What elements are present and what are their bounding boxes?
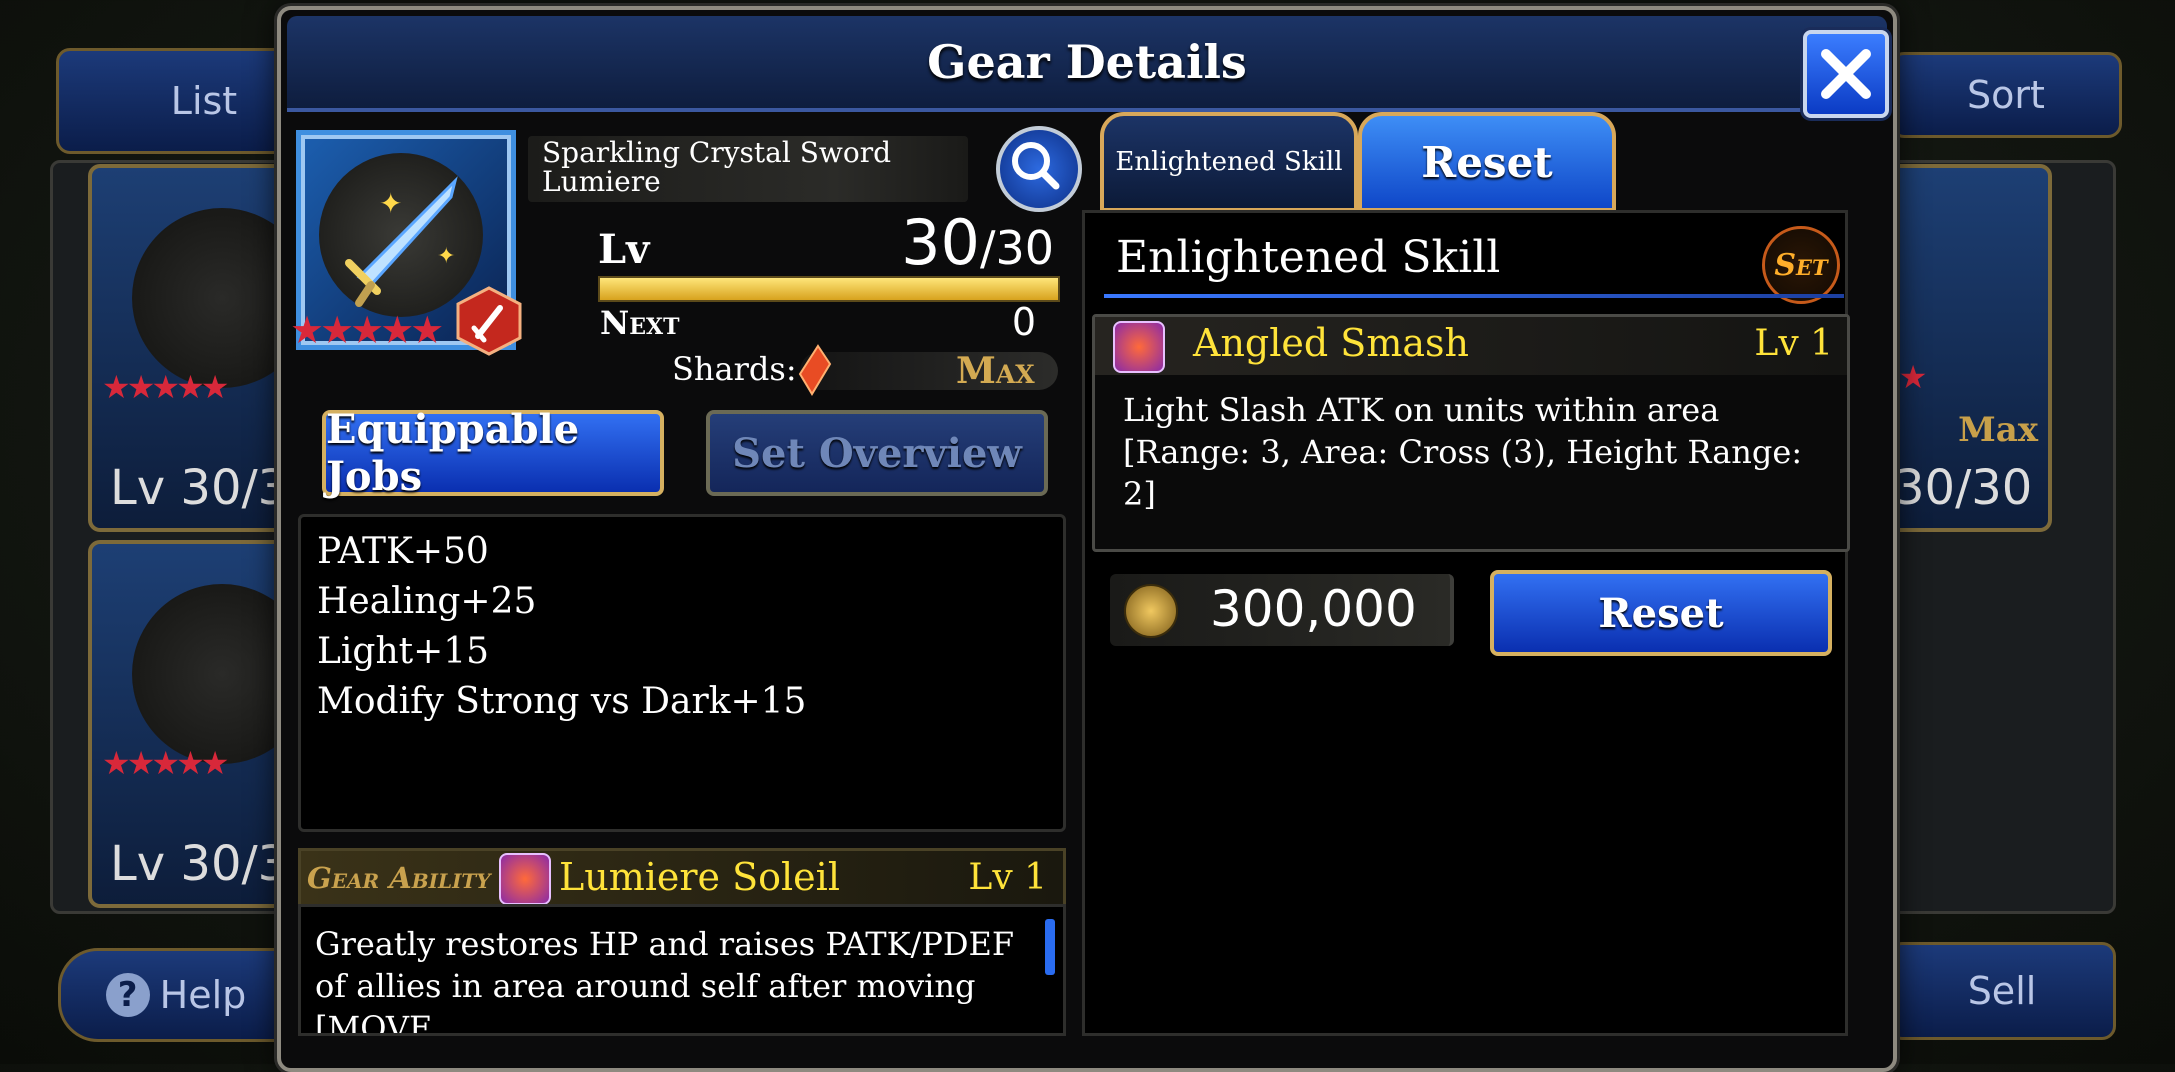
help-button[interactable]: ? Help: [58, 948, 294, 1042]
reset-cost-value: 300,000: [1210, 580, 1417, 638]
level-label: Lv: [598, 226, 650, 273]
set-overview-button[interactable]: Set Overview: [706, 410, 1048, 496]
xp-bar: [598, 276, 1060, 302]
reset-cost-box: 300,000: [1110, 574, 1454, 646]
gear-name-box: Sparkling Crystal Sword Lumiere: [528, 136, 968, 202]
shards-max-label: Max: [1958, 410, 2038, 450]
skill-name: Angled Smash: [1193, 321, 1469, 365]
next-label: Next: [600, 304, 680, 342]
stat-light: Light+15: [317, 631, 490, 672]
shards-label: Shards:: [672, 350, 797, 388]
search-icon: [1012, 142, 1060, 190]
level-current: 30: [901, 206, 980, 279]
level-max: /30: [979, 221, 1054, 275]
svg-text:✦: ✦: [379, 187, 402, 220]
modal-header: Gear Details: [287, 16, 1889, 118]
set-badge-icon: Set: [1762, 226, 1840, 304]
gear-ability-description: Greatly restores HP and raises PATK/PDEF…: [315, 925, 1015, 1036]
rarity-stars: ★★★★★: [102, 368, 229, 406]
help-label: Help: [159, 973, 247, 1017]
level-value: 30/30: [860, 206, 1054, 279]
shards-max: Max: [956, 350, 1035, 392]
xp-bar-fill: [600, 278, 1058, 300]
close-icon: [1821, 49, 1871, 99]
gear-name: Sparkling Crystal Sword Lumiere: [542, 136, 892, 198]
skill-description-line-2: [Range: 3, Area: Cross (3), Height Range…: [1123, 433, 1803, 513]
gear-card-level: 30/30: [1894, 460, 2033, 516]
stat-healing: Healing+25: [317, 581, 537, 622]
reset-button[interactable]: Reset: [1490, 570, 1832, 656]
gear-ability-description-box[interactable]: Greatly restores HP and raises PATK/PDEF…: [298, 904, 1066, 1036]
search-button[interactable]: [996, 126, 1082, 212]
shard-icon: [798, 344, 832, 396]
sort-button[interactable]: Sort: [1890, 52, 2122, 138]
skill-description-line-1: Light Slash ATK on units within area: [1123, 391, 1720, 429]
rarity-stars: ★★★★★: [102, 744, 229, 782]
tab-enlightened-skill[interactable]: Enlightened Skill: [1100, 112, 1358, 212]
weapon-type-icon: [456, 286, 522, 356]
gear-card-level: Lv 30/3: [110, 460, 289, 516]
gear-ability-tag: Gear Ability: [307, 861, 491, 895]
scrollbar[interactable]: [1045, 919, 1055, 975]
modal-title: Gear Details: [927, 35, 1247, 89]
gear-rarity-stars: ★★★★★: [290, 308, 444, 352]
light-element-icon: [499, 853, 551, 905]
gear-card-level: Lv 30/3: [110, 836, 289, 892]
skill-level: Lv 1: [1754, 323, 1833, 364]
gear-ability-header: Gear Ability Lumiere Soleil Lv 1: [298, 848, 1066, 910]
gear-ability-level: Lv 1: [968, 857, 1047, 898]
stat-patk: PATK+50: [317, 531, 489, 572]
stats-box: PATK+50 Healing+25 Light+15 Modify Stron…: [298, 514, 1066, 832]
stat-modify-strong-vs-dark: Modify Strong vs Dark+15: [317, 681, 807, 722]
enlightened-skill-title: Enlightened Skill: [1116, 232, 1501, 283]
skill-name-row: Angled Smash Lv 1: [1095, 317, 1847, 375]
skill-description: Light Slash ATK on units within area [Ra…: [1123, 389, 1823, 515]
equippable-jobs-button[interactable]: Equippable Jobs: [322, 406, 664, 500]
gil-coin-icon: [1124, 584, 1178, 638]
svg-text:✦: ✦: [437, 244, 455, 269]
next-value: 0: [1011, 300, 1036, 344]
skill-box: Angled Smash Lv 1 Light Slash ATK on uni…: [1092, 314, 1850, 552]
close-button[interactable]: [1803, 30, 1889, 118]
gear-ability-name: Lumiere Soleil: [559, 855, 840, 899]
help-icon: ?: [105, 973, 150, 1017]
light-element-icon: [1113, 321, 1165, 373]
tab-reset[interactable]: Reset: [1358, 112, 1616, 212]
sell-button[interactable]: Sell: [1888, 942, 2116, 1040]
title-underline: [1104, 294, 1844, 298]
